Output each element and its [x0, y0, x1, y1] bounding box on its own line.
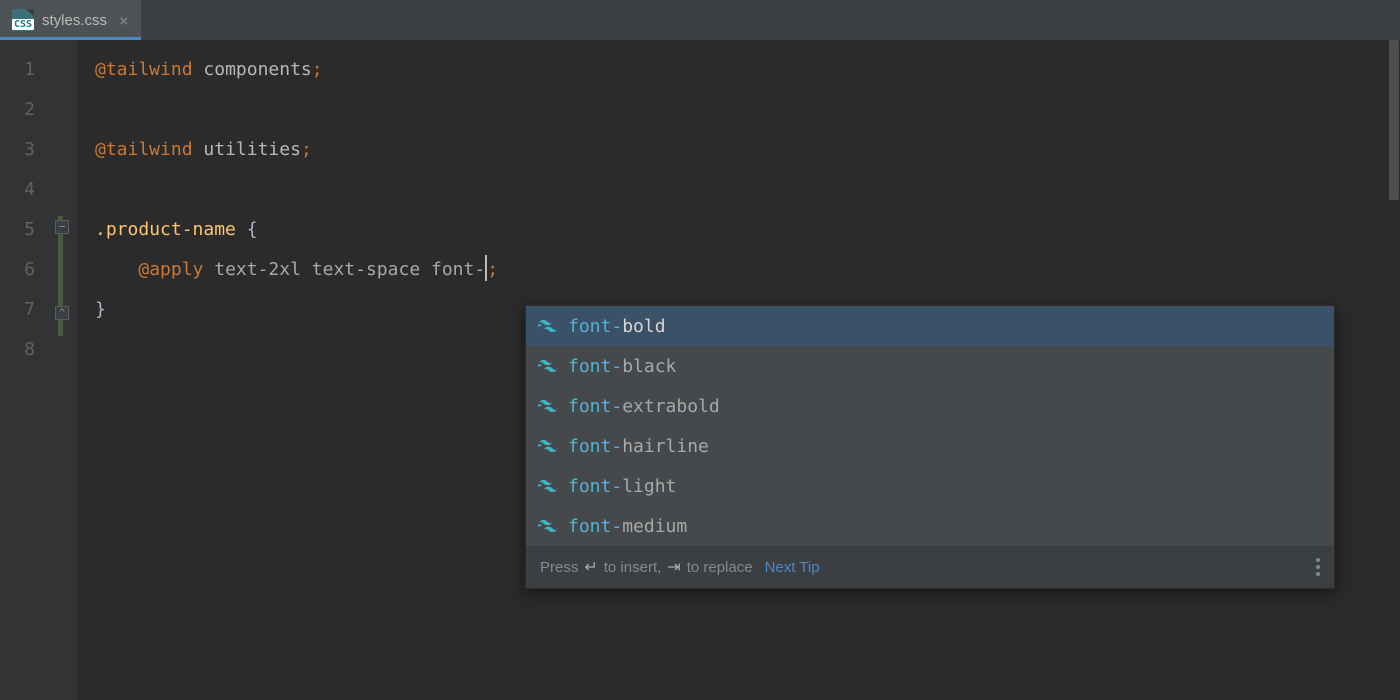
line-number: 8 [0, 330, 55, 370]
tailwind-icon [538, 316, 558, 336]
line-number: 5 [0, 210, 55, 250]
tailwind-icon [538, 476, 558, 496]
scrollbar-thumb[interactable] [1389, 40, 1399, 200]
code-line [95, 90, 1400, 130]
autocomplete-label: font-light [568, 476, 676, 497]
line-number: 3 [0, 130, 55, 170]
autocomplete-item[interactable]: font-hairline [526, 426, 1334, 466]
tab-key-icon: ⇥ [667, 557, 680, 577]
tailwind-icon [538, 396, 558, 416]
editor-area: ▶ 1 2 3 4 5 6 7 8 − ⌃ @tailwind componen… [0, 40, 1400, 700]
vertical-scrollbar[interactable] [1388, 40, 1400, 700]
enter-key-icon: ↵ [584, 557, 597, 577]
code-line: @tailwind components; [95, 50, 1400, 90]
line-number: 4 [0, 170, 55, 210]
code-line: @tailwind utilities; [95, 130, 1400, 170]
autocomplete-label: font-black [568, 356, 676, 377]
footer-label: to replace [687, 559, 753, 576]
line-number: 6 [0, 250, 55, 290]
tailwind-icon [538, 516, 558, 536]
fold-column: − ⌃ [55, 40, 77, 700]
tailwind-icon [538, 356, 558, 376]
next-tip-link[interactable]: Next Tip [765, 559, 820, 576]
autocomplete-label: font-extrabold [568, 396, 720, 417]
autocomplete-item[interactable]: font-black [526, 346, 1334, 386]
code-line [95, 170, 1400, 210]
footer-label: to insert, [604, 559, 662, 576]
line-number: 2 [0, 90, 55, 130]
close-icon[interactable]: × [119, 11, 129, 30]
line-number: 7 [0, 290, 55, 330]
line-number: 1 [0, 50, 55, 90]
code-line: @apply text-2xl text-space font-; [95, 250, 1400, 290]
autocomplete-item[interactable]: font-bold [526, 306, 1334, 346]
autocomplete-label: font-bold [568, 316, 666, 337]
autocomplete-item[interactable]: font-light [526, 466, 1334, 506]
autocomplete-footer: Press ↵ to insert, ⇥ to replace Next Tip [526, 546, 1334, 588]
tailwind-icon [538, 436, 558, 456]
line-gutter: ▶ 1 2 3 4 5 6 7 8 [0, 40, 55, 700]
css-file-icon: CSS [12, 9, 34, 31]
fold-collapse-icon[interactable]: − [55, 220, 69, 234]
autocomplete-popup: font-bold font-black font-extrabold font-ha… [525, 305, 1335, 589]
fold-end-icon[interactable]: ⌃ [55, 306, 69, 320]
tab-bar: CSS styles.css × [0, 0, 1400, 40]
autocomplete-item[interactable]: font-extrabold [526, 386, 1334, 426]
autocomplete-label: font-hairline [568, 436, 709, 457]
more-options-icon[interactable] [1316, 558, 1320, 576]
code-line: .product-name { [95, 210, 1400, 250]
autocomplete-label: font-medium [568, 516, 687, 537]
editor-tab[interactable]: CSS styles.css × [0, 0, 141, 40]
footer-label: Press [540, 559, 578, 576]
tab-title: styles.css [42, 12, 107, 29]
autocomplete-item[interactable]: font-medium [526, 506, 1334, 546]
